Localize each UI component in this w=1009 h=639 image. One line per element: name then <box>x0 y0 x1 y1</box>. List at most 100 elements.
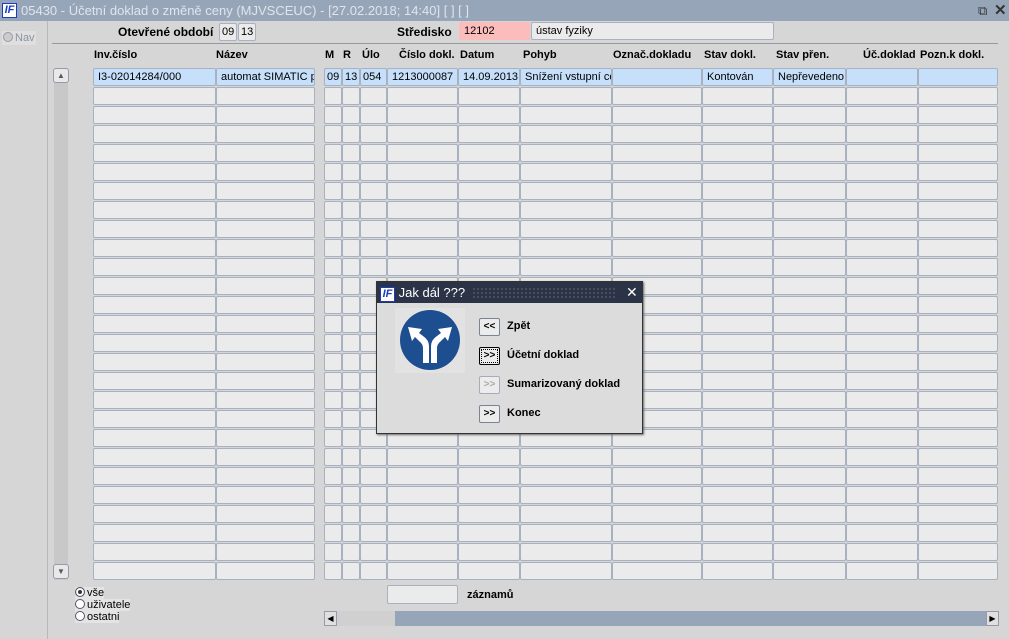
cell-pohyb[interactable] <box>520 201 612 219</box>
cell-uc-doklad[interactable] <box>846 106 918 124</box>
cell-stav-pren[interactable] <box>773 524 846 542</box>
cell-stav-dokl[interactable] <box>702 125 773 143</box>
cell-pozn[interactable] <box>918 163 998 181</box>
cell-uc-doklad[interactable] <box>846 448 918 466</box>
cell-r[interactable] <box>342 106 360 124</box>
cell-pozn[interactable] <box>918 125 998 143</box>
cell-uc-doklad[interactable] <box>846 220 918 238</box>
cell-stav-dokl[interactable] <box>702 239 773 257</box>
cell-stav-dokl[interactable] <box>702 486 773 504</box>
cell-m[interactable] <box>324 296 342 314</box>
cell-m[interactable] <box>324 562 342 580</box>
cell-pohyb[interactable] <box>520 258 612 276</box>
column-header-ulo[interactable]: Úlo <box>362 49 380 61</box>
cell-r[interactable] <box>342 334 360 352</box>
cell-pozn[interactable] <box>918 486 998 504</box>
cell-uc-doklad[interactable] <box>846 201 918 219</box>
cell-stav-pren[interactable] <box>773 372 846 390</box>
cell-pozn[interactable] <box>918 353 998 371</box>
cell-m[interactable] <box>324 87 342 105</box>
cell-nazev[interactable] <box>216 296 315 314</box>
cell-r[interactable] <box>342 87 360 105</box>
filter-radio-1[interactable]: uživatele <box>75 599 131 611</box>
filter-radio-2[interactable]: ostatni <box>75 611 120 623</box>
cell-pohyb[interactable] <box>520 467 612 485</box>
cell-nazev[interactable] <box>216 543 315 561</box>
cell-uc-doklad[interactable] <box>846 163 918 181</box>
cell-m[interactable] <box>324 467 342 485</box>
cell-stav-dokl[interactable] <box>702 87 773 105</box>
cell-uc-doklad[interactable] <box>846 543 918 561</box>
cell-r[interactable] <box>342 220 360 238</box>
cell-nazev[interactable] <box>216 410 315 428</box>
cell-inv[interactable] <box>93 315 216 333</box>
cell-uc-doklad[interactable] <box>846 125 918 143</box>
cell-stav-dokl[interactable] <box>702 296 773 314</box>
cell-oznac[interactable] <box>612 505 702 523</box>
cell-r[interactable] <box>342 505 360 523</box>
cell-m[interactable] <box>324 163 342 181</box>
cell-uc-doklad[interactable] <box>846 239 918 257</box>
cell-oznac[interactable] <box>612 125 702 143</box>
cell-cislo[interactable] <box>387 562 458 580</box>
cell-oznac[interactable] <box>612 201 702 219</box>
center-code-field[interactable]: 12102 <box>459 22 530 40</box>
cell-ulo[interactable] <box>360 144 387 162</box>
cell-inv[interactable] <box>93 372 216 390</box>
cell-pozn[interactable] <box>918 201 998 219</box>
cell-stav-dokl[interactable] <box>702 106 773 124</box>
cell-inv[interactable] <box>93 220 216 238</box>
cell-nazev[interactable] <box>216 448 315 466</box>
column-header-stav-pren[interactable]: Stav přen. <box>776 49 829 61</box>
cell-inv[interactable] <box>93 467 216 485</box>
cell-inv[interactable] <box>93 429 216 447</box>
cell-pohyb[interactable] <box>520 562 612 580</box>
cell-datum[interactable] <box>458 505 520 523</box>
cell-m[interactable] <box>324 258 342 276</box>
cell-inv[interactable] <box>93 163 216 181</box>
cell-datum[interactable] <box>458 239 520 257</box>
cell-datum[interactable] <box>458 448 520 466</box>
cell-stav-dokl[interactable] <box>702 429 773 447</box>
cell-cislo[interactable] <box>387 106 458 124</box>
cell-r[interactable] <box>342 524 360 542</box>
cell-r[interactable] <box>342 562 360 580</box>
cell-pozn[interactable] <box>918 182 998 200</box>
cell-pozn[interactable] <box>918 467 998 485</box>
cell-m[interactable] <box>324 543 342 561</box>
cell-stav-dokl[interactable] <box>702 182 773 200</box>
scroll-down-button[interactable]: ▼ <box>53 564 69 579</box>
cell-m[interactable]: 09 <box>324 68 342 86</box>
cell-cislo[interactable] <box>387 239 458 257</box>
scroll-right-button[interactable]: ▶ <box>986 611 999 626</box>
cell-pozn[interactable] <box>918 296 998 314</box>
cell-stav-dokl[interactable] <box>702 353 773 371</box>
cell-inv[interactable] <box>93 505 216 523</box>
cell-ulo[interactable] <box>360 220 387 238</box>
cell-m[interactable] <box>324 239 342 257</box>
cell-m[interactable] <box>324 524 342 542</box>
cell-r[interactable] <box>342 144 360 162</box>
cell-cislo[interactable] <box>387 201 458 219</box>
cell-nazev[interactable] <box>216 220 315 238</box>
cell-m[interactable] <box>324 125 342 143</box>
cell-uc-doklad[interactable] <box>846 429 918 447</box>
cell-pozn[interactable] <box>918 239 998 257</box>
cell-stav-pren[interactable] <box>773 258 846 276</box>
cell-nazev[interactable] <box>216 87 315 105</box>
cell-inv[interactable] <box>93 448 216 466</box>
cell-inv[interactable] <box>93 125 216 143</box>
horizontal-scrollbar[interactable]: ◀ ▶ <box>324 611 999 626</box>
cell-m[interactable] <box>324 505 342 523</box>
cell-inv[interactable] <box>93 391 216 409</box>
cell-stav-pren[interactable] <box>773 543 846 561</box>
cell-stav-pren[interactable] <box>773 334 846 352</box>
cell-uc-doklad[interactable] <box>846 372 918 390</box>
cell-oznac[interactable] <box>612 68 702 86</box>
cell-cislo[interactable] <box>387 125 458 143</box>
cell-nazev[interactable] <box>216 277 315 295</box>
cell-uc-doklad[interactable] <box>846 258 918 276</box>
cell-uc-doklad[interactable] <box>846 334 918 352</box>
cell-stav-pren[interactable] <box>773 410 846 428</box>
cell-ulo[interactable] <box>360 182 387 200</box>
